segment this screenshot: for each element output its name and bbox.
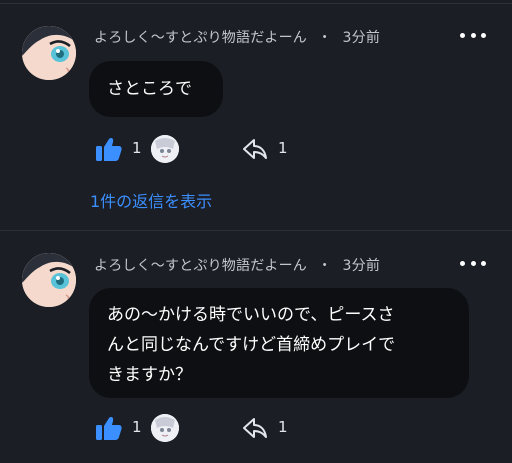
creator-heart-avatar [151, 135, 179, 163]
comment-2: よろしく〜すとぷり物語だよーん ・ 3分前 あの〜かける時でいいので、ピースさ … [0, 231, 512, 463]
thumbs-up-icon[interactable] [96, 137, 122, 161]
like-count: 1 [132, 418, 142, 436]
more-dots-icon[interactable] [460, 30, 486, 40]
comment-bubble: さところで [89, 61, 223, 117]
like-count: 1 [132, 139, 142, 157]
meta-separator: ・ [317, 30, 332, 46]
view-replies-link[interactable]: 1件の返信を表示 [90, 188, 212, 212]
avatar[interactable] [22, 253, 76, 307]
author-name[interactable]: よろしく〜すとぷり物語だよーん [94, 258, 307, 274]
comment-text-line: あの〜かける時でいいので、ピースさ [107, 305, 395, 325]
comment-text: さところで [107, 79, 192, 99]
comment-bubble: あの〜かける時でいいので、ピースさ んと同じなんですけど首締めプレイで きますか… [89, 288, 469, 398]
timestamp: 3分前 [342, 30, 381, 46]
thumbs-up-icon[interactable] [96, 416, 122, 440]
comment-text-line: きますか？ [107, 365, 192, 385]
comment-1: よろしく〜すとぷり物語だよーん ・ 3分前 さところで 1 1 1件の返信を表示 [0, 0, 512, 230]
reply-arrow-icon[interactable] [242, 416, 268, 440]
meta-separator: ・ [317, 258, 332, 274]
more-dots-icon[interactable] [460, 258, 486, 268]
reply-count: 1 [278, 139, 288, 157]
comment-meta: よろしく〜すとぷり物語だよーん ・ 3分前 [94, 27, 380, 47]
comment-meta: よろしく〜すとぷり物語だよーん ・ 3分前 [94, 255, 380, 275]
creator-heart-avatar [151, 414, 179, 442]
avatar[interactable] [22, 26, 76, 80]
author-name[interactable]: よろしく〜すとぷり物語だよーん [94, 30, 307, 46]
timestamp: 3分前 [342, 258, 381, 274]
comment-text-line: んと同じなんですけど首締めプレイで [107, 335, 396, 355]
reply-arrow-icon[interactable] [242, 137, 268, 161]
reply-count: 1 [278, 418, 288, 436]
